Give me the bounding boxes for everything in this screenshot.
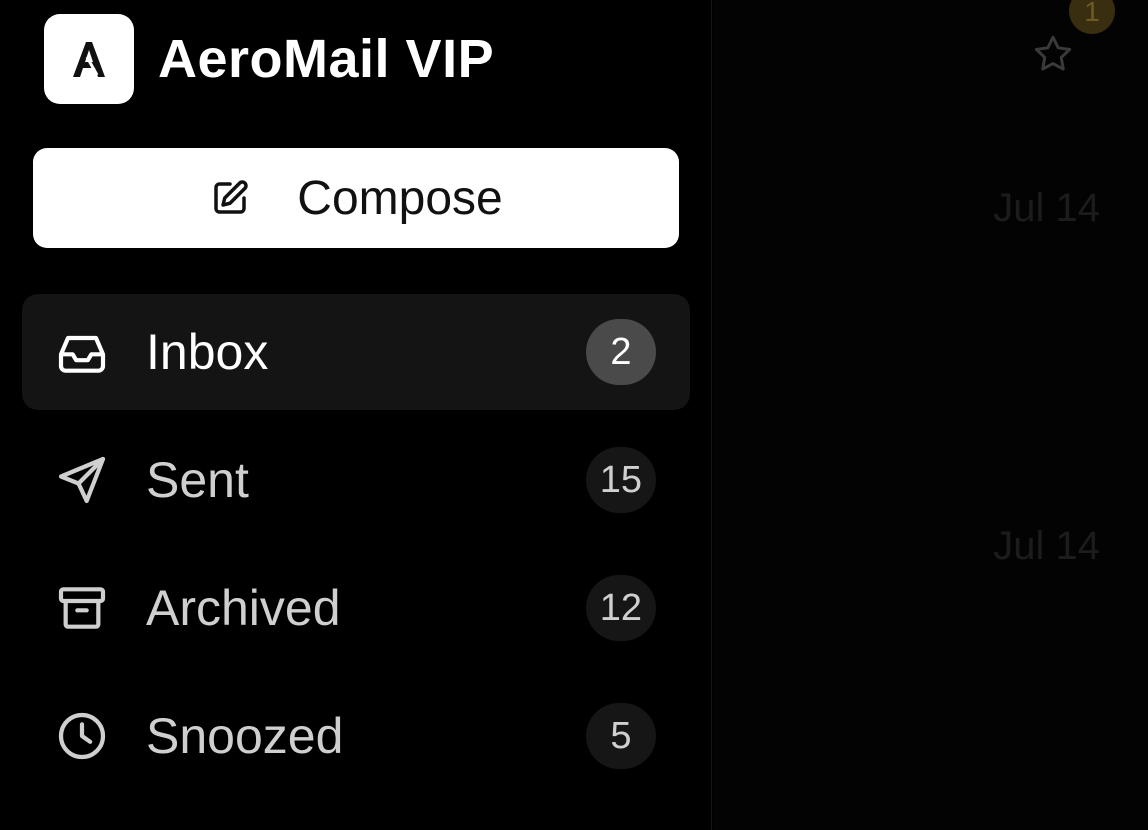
notification-badge: 1	[1069, 0, 1115, 34]
brand-name: AeroMail VIP	[158, 29, 495, 89]
edit-icon	[214, 180, 248, 214]
inbox-icon	[54, 324, 110, 380]
sidebar-item-label: Archived	[146, 580, 341, 636]
star-icon[interactable]	[1031, 32, 1075, 76]
compose-button[interactable]: Compose	[33, 148, 679, 248]
sidebar-item-label: Snoozed	[146, 708, 344, 764]
sidebar-item-sent[interactable]: Sent 15	[22, 422, 690, 538]
count-badge: 12	[585, 575, 656, 641]
sidebar-item-label: Sent	[146, 452, 249, 508]
mail-app: AeroMail VIP Compose Inbox 2 Sent 15 Arc…	[0, 0, 1148, 830]
count-badge: 2	[586, 319, 656, 385]
logo-a-icon	[73, 42, 105, 77]
sidebar-item-inbox[interactable]: Inbox 2	[22, 294, 690, 410]
compose-label: Compose	[297, 171, 503, 225]
message-date: Jul 14	[993, 524, 1100, 568]
brand: AeroMail VIP	[44, 13, 494, 105]
archive-icon	[54, 580, 110, 636]
clock-icon	[54, 708, 110, 764]
message-date: Jul 14	[993, 186, 1100, 230]
sidebar-item-snoozed[interactable]: Snoozed 5	[22, 678, 690, 794]
sidebar: AeroMail VIP Compose Inbox 2 Sent 15 Arc…	[0, 0, 712, 830]
count-badge: 5	[586, 703, 656, 769]
brand-logo	[44, 14, 134, 104]
sidebar-item-label: Inbox	[146, 324, 269, 380]
send-icon	[54, 452, 110, 508]
message-list: 1 Jul 14 Jul 14	[713, 0, 1148, 830]
sidebar-item-archived[interactable]: Archived 12	[22, 550, 690, 666]
count-badge: 15	[585, 447, 656, 513]
